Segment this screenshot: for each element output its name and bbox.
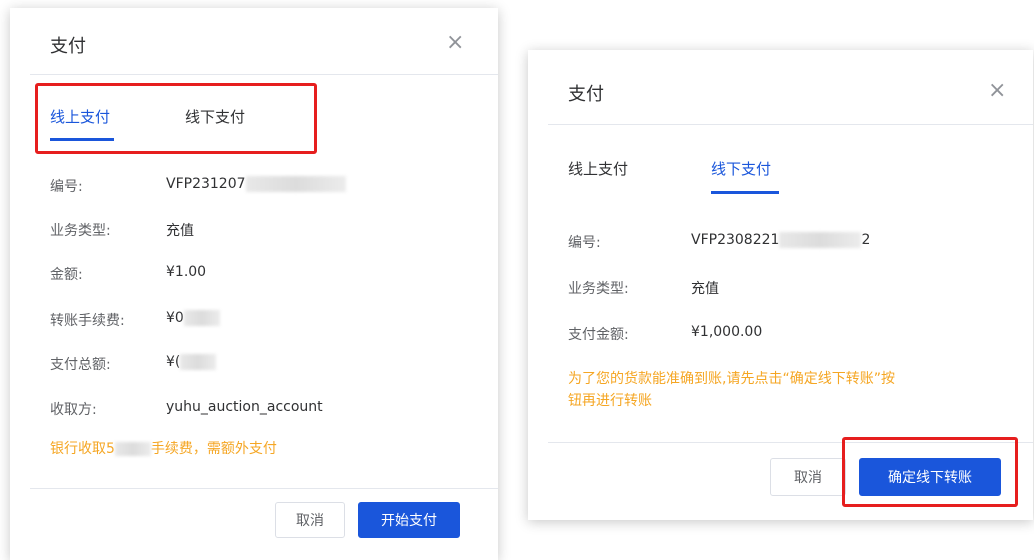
field-label-business-type: 业务类型: bbox=[50, 223, 111, 239]
field-value-payment-amount: ¥1,000.00 bbox=[691, 324, 763, 340]
header-divider bbox=[30, 74, 498, 75]
field-label-total: 支付总额: bbox=[50, 357, 111, 373]
payment-dialog-offline: 支付 × 线上支付 线下支付 编号: VFP2308221 2 业务类型: 充值 … bbox=[528, 50, 1033, 520]
field-value-payee: yuhu_auction_account bbox=[166, 399, 323, 415]
redacted-mask bbox=[114, 442, 151, 456]
field-value-total: ¥( bbox=[166, 354, 217, 370]
payment-dialog-online: 支付 × 线上支付 线下支付 编号: VFP231207 业务类型: 充值 金额… bbox=[10, 8, 498, 560]
close-icon[interactable]: × bbox=[988, 80, 1006, 102]
active-tab-indicator bbox=[50, 138, 114, 141]
redacted-mask bbox=[180, 354, 217, 370]
dialog-title: 支付 bbox=[50, 36, 86, 57]
active-tab-indicator bbox=[711, 191, 779, 194]
field-label-business-type: 业务类型: bbox=[568, 281, 629, 297]
field-label-amount: 金额: bbox=[50, 267, 83, 283]
tab-offline-payment[interactable]: 线下支付 bbox=[185, 106, 245, 127]
field-value-amount: ¥1.00 bbox=[166, 264, 207, 280]
footer-divider bbox=[548, 442, 1033, 443]
field-value-transfer-fee: ¥0 bbox=[166, 310, 220, 326]
confirm-offline-transfer-button[interactable]: 确定线下转账 bbox=[859, 458, 1001, 496]
field-value-business-type: 充值 bbox=[166, 223, 194, 239]
field-label-payee: 收取方: bbox=[50, 402, 97, 418]
redacted-mask bbox=[245, 176, 346, 192]
dialog-title: 支付 bbox=[568, 84, 604, 105]
tab-online-payment[interactable]: 线上支付 bbox=[568, 158, 628, 179]
field-value-number: VFP2308221 2 bbox=[691, 232, 871, 248]
transfer-notice: 为了您的货款能准确到账,请先点击“确定线下转账”按 钮再进行转账 bbox=[568, 371, 895, 409]
start-payment-button[interactable]: 开始支付 bbox=[358, 502, 460, 538]
tab-offline-payment[interactable]: 线下支付 bbox=[711, 158, 771, 179]
fee-notice: 银行收取5 手续费，需额外支付 bbox=[50, 441, 277, 457]
tab-online-payment[interactable]: 线上支付 bbox=[50, 106, 110, 127]
field-label-payment-amount: 支付金额: bbox=[568, 327, 629, 343]
field-value-business-type: 充值 bbox=[691, 281, 719, 297]
header-divider bbox=[548, 124, 1033, 125]
cancel-button[interactable]: 取消 bbox=[275, 502, 345, 538]
footer-divider bbox=[30, 488, 498, 489]
field-value-number: VFP231207 bbox=[166, 176, 346, 192]
redacted-mask bbox=[183, 310, 220, 326]
field-label-transfer-fee: 转账手续费: bbox=[50, 313, 125, 329]
redacted-mask bbox=[779, 232, 862, 248]
field-label-number: 编号: bbox=[50, 179, 83, 195]
cancel-button[interactable]: 取消 bbox=[770, 458, 846, 496]
field-label-number: 编号: bbox=[568, 235, 601, 251]
close-icon[interactable]: × bbox=[446, 32, 464, 54]
